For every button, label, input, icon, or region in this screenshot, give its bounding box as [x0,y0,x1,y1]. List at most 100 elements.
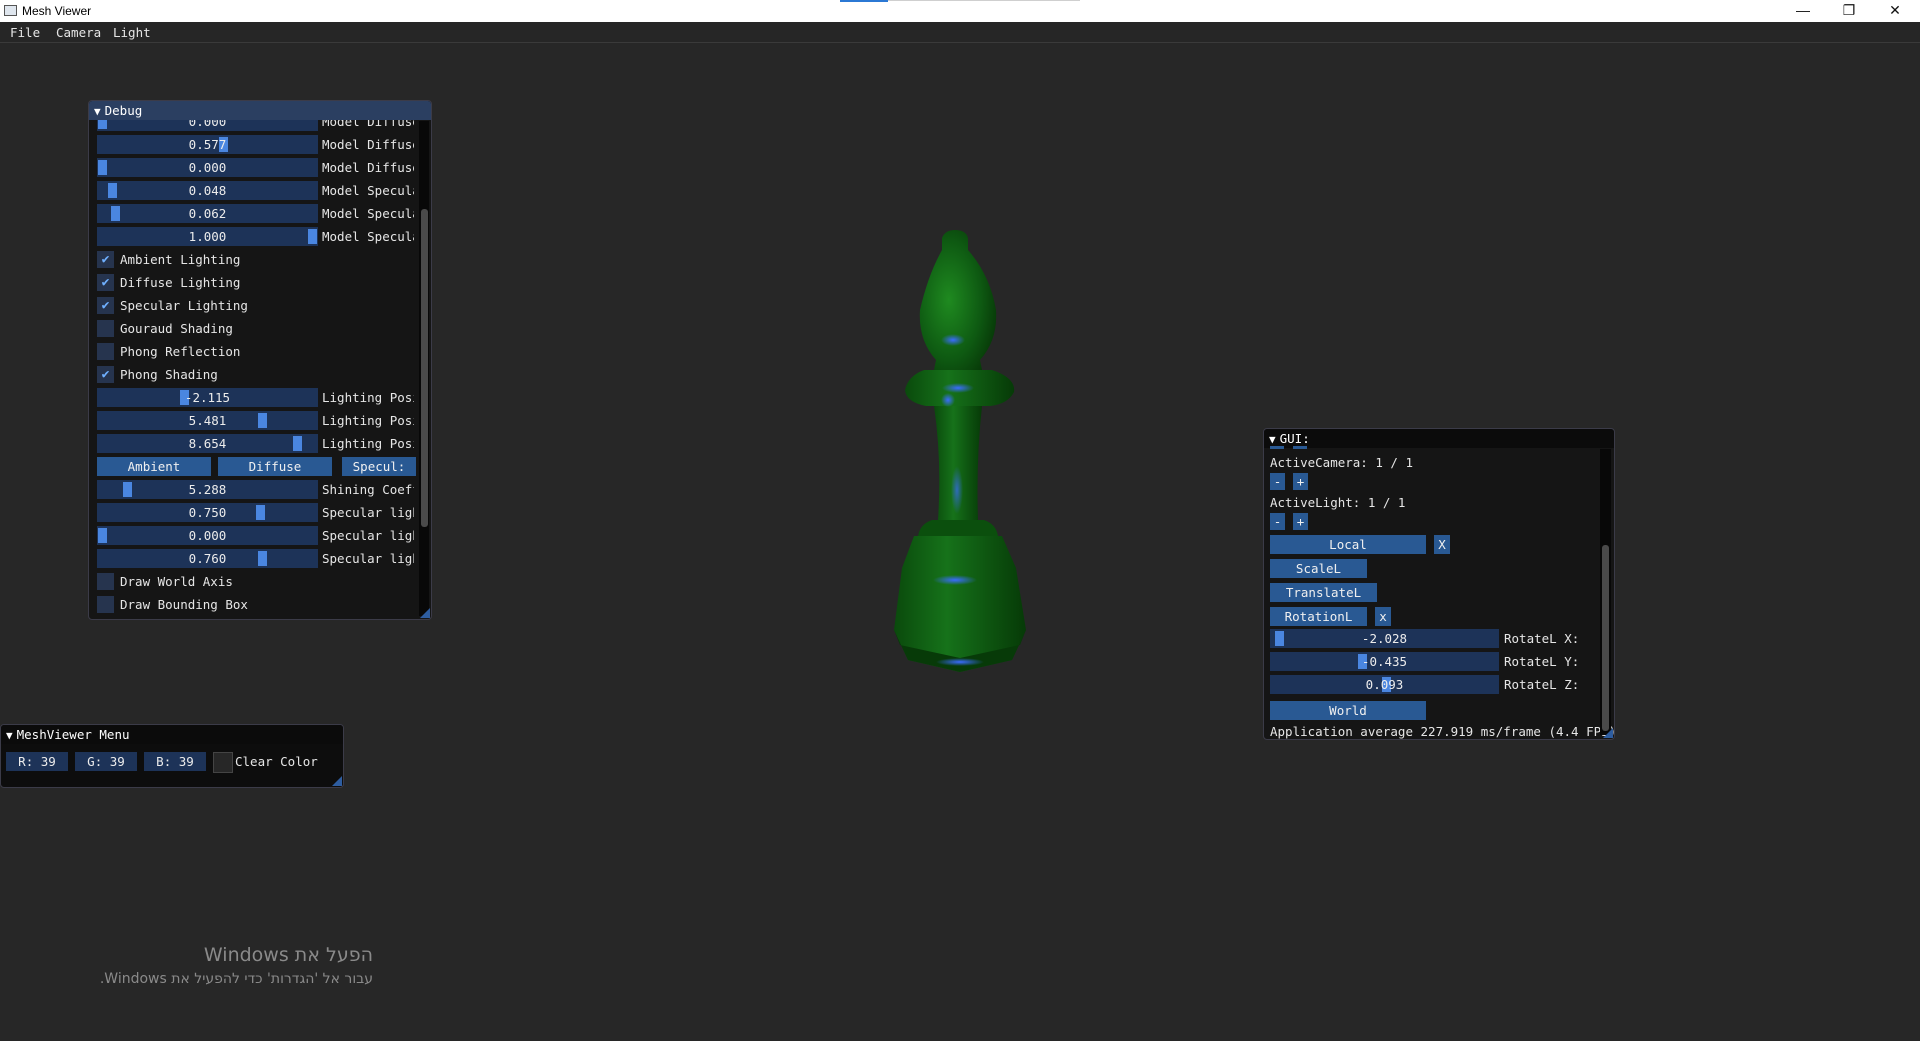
menu-camera[interactable]: Camera [56,25,101,40]
rotate-slider[interactable]: 0.093 [1270,675,1499,694]
restore-button[interactable]: ❐ [1826,0,1872,22]
slider-value: -0.435 [1361,654,1408,669]
slider-grab[interactable] [1275,631,1284,646]
slider-grab[interactable] [108,183,117,198]
blue-field[interactable]: B: 39 [144,752,206,771]
checkbox-label: Gouraud Shading [120,321,233,336]
red-field[interactable]: R: 39 [6,752,68,771]
slider-value: 0.750 [188,505,227,520]
gui-window[interactable]: ▼ GUI: ActiveCamera: 1 / 1 - + ActiveLigh… [1263,428,1615,740]
slider-grab[interactable] [256,505,265,520]
value-slider[interactable]: 8.654 [97,434,318,453]
checkbox-label: Draw World Axis [120,574,233,589]
slider-grab[interactable] [98,160,107,175]
collapse-arrow-icon[interactable]: ▼ [6,726,13,745]
value-slider[interactable]: 0.750 [97,503,318,522]
collapse-arrow-icon[interactable]: ▼ [94,102,101,121]
slider-value: 5.288 [188,482,227,497]
slider-grab[interactable] [98,120,107,129]
slider-grab[interactable] [258,551,267,566]
debug-header[interactable]: ▼ Debug [89,101,431,120]
slider-grab[interactable] [98,528,107,543]
slider-label: Model Specula [322,183,414,198]
value-slider[interactable]: 5.481 [97,411,318,430]
activation-watermark-title: הפעל את Windows [203,944,373,966]
checkbox-label: Phong Reflection [120,344,241,359]
slider-label: Specular ligh [322,551,414,566]
diffuse-color-button[interactable]: Diffuse [218,457,332,476]
world-button[interactable]: World [1270,701,1426,720]
slider-value: 0.000 [188,160,227,175]
checkbox[interactable] [97,320,114,337]
value-slider[interactable]: 0.000 [97,158,318,177]
slider-value: 1.000 [188,229,227,244]
checkbox-label: Phong Shading [120,367,218,382]
menu-resize-grip[interactable] [332,776,342,786]
rotation-button[interactable]: RotationL [1270,607,1367,626]
checkbox-checked[interactable]: ✔ [97,366,114,383]
slider-value: 8.654 [188,436,227,451]
camera-next-button[interactable]: + [1293,473,1308,490]
debug-window[interactable]: ▼ Debug 0.000 Model Diffuse 0.577 Model Diff… [88,100,432,620]
slider-value: 0.048 [188,183,227,198]
specular-color-button[interactable]: Specul: [342,457,416,476]
checkbox-checked[interactable]: ✔ [97,297,114,314]
checkbox[interactable] [97,573,114,590]
value-slider[interactable]: -2.115 [97,388,318,407]
slider-label: Model Diffuse [322,160,414,175]
slider-grab[interactable] [123,482,132,497]
debug-scroll-thumb[interactable] [421,209,428,527]
debug-resize-grip[interactable] [420,608,430,618]
green-field[interactable]: G: 39 [75,752,137,771]
rotate-label: RotateL Y: [1504,654,1580,669]
rotation-close-button[interactable]: x [1375,607,1391,626]
gui-header[interactable]: ▼ GUI: [1264,429,1614,448]
value-slider[interactable]: 0.000 [97,120,318,131]
camera-prev-button[interactable]: - [1270,473,1285,490]
rotate-slider[interactable]: -2.028 [1270,629,1499,648]
title-bar: Mesh Viewer — ❐ ✕ [0,0,1920,22]
clear-color-swatch[interactable] [213,752,233,773]
menu-light[interactable]: Light [113,25,151,40]
meshviewer-menu-window[interactable]: ▼ MeshViewer Menu R: 39 G: 39 B: 39 Clear… [0,724,344,788]
value-slider[interactable]: 0.048 [97,181,318,200]
slider-grab[interactable] [293,436,302,451]
gui-scrollbar[interactable] [1600,449,1611,735]
menu-header[interactable]: ▼ MeshViewer Menu [1,725,343,744]
menu-file[interactable]: File [10,25,40,40]
rotate-slider[interactable]: -0.435 [1270,652,1499,671]
light-next-button[interactable]: + [1293,513,1308,530]
slider-label: Model Diffuse [322,137,414,152]
checkbox-label: Specular Lighting [120,298,248,313]
debug-scrollbar[interactable] [419,121,429,616]
mesh-viewport[interactable] [850,220,1070,700]
translate-button[interactable]: TranslateL [1270,583,1377,602]
light-prev-button[interactable]: - [1270,513,1285,530]
local-close-button[interactable]: X [1434,535,1450,554]
slider-value: -2.115 [184,390,231,405]
close-button[interactable]: ✕ [1872,0,1918,22]
slider-value: 0.000 [188,528,227,543]
checkbox-checked[interactable]: ✔ [97,274,114,291]
value-slider[interactable]: 0.577 [97,135,318,154]
local-button[interactable]: Local [1270,535,1426,554]
value-slider[interactable]: 0.000 [97,526,318,545]
slider-label: Specular ligh [322,528,414,543]
gui-scroll-thumb[interactable] [1602,545,1609,731]
checkbox-label: Draw Bounding Box [120,597,248,612]
value-slider[interactable]: 5.288 [97,480,318,499]
checkbox[interactable] [97,343,114,360]
value-slider[interactable]: 0.062 [97,204,318,223]
minimize-button[interactable]: — [1780,0,1826,22]
slider-grab[interactable] [111,206,120,221]
ambient-color-button[interactable]: Ambient [97,457,211,476]
gui-resize-grip[interactable] [1603,728,1613,738]
slider-grab[interactable] [258,413,267,428]
checkbox-checked[interactable]: ✔ [97,251,114,268]
value-slider[interactable]: 1.000 [97,227,318,246]
checkbox[interactable] [97,596,114,613]
slider-grab[interactable] [308,229,317,244]
value-slider[interactable]: 0.760 [97,549,318,568]
clear-color-label: Clear Color [235,754,318,769]
scale-button[interactable]: ScaleL [1270,559,1367,578]
